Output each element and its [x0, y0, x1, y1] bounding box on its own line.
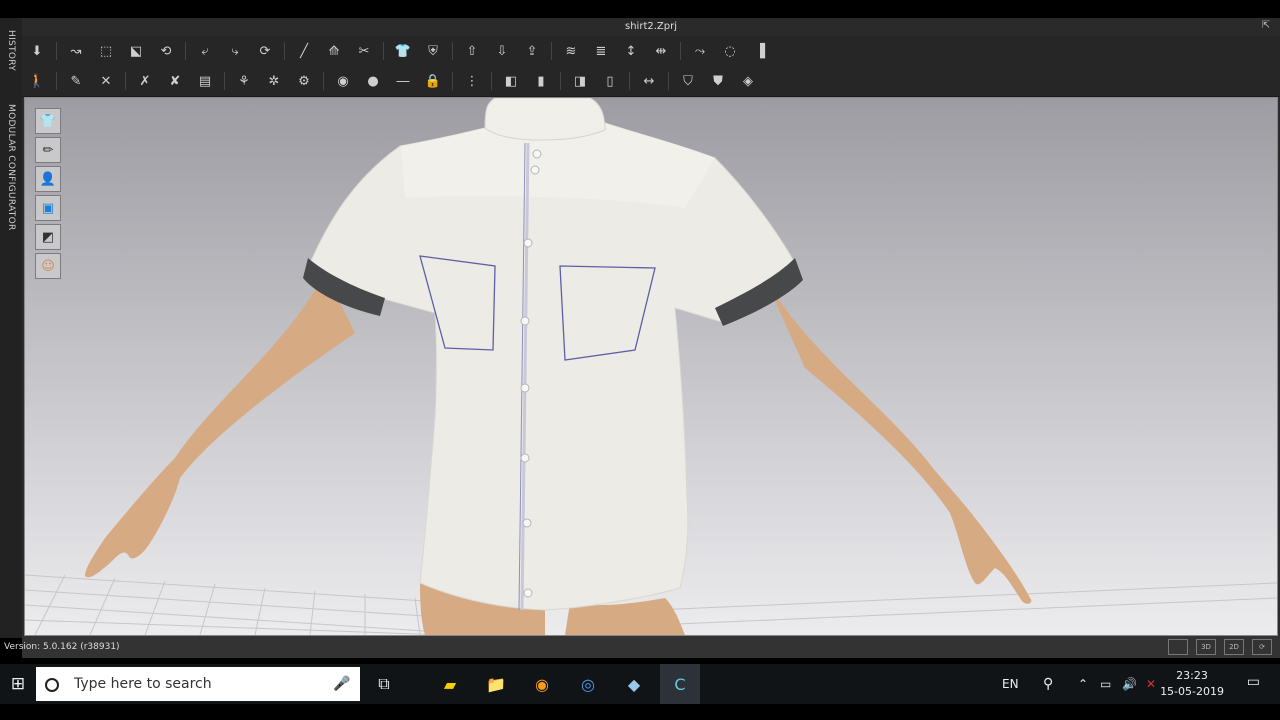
- bar-icon[interactable]: ▐: [749, 40, 771, 62]
- fold-up-icon[interactable]: ⟰: [323, 40, 345, 62]
- windows-taskbar: ⊞ Type here to search 🎤 ⧉ ▰ 📁 ◉ ◎ ◆ C EN…: [0, 664, 1280, 704]
- tack-icon[interactable]: ╱: [293, 40, 315, 62]
- clo3d-icon[interactable]: C: [667, 671, 693, 697]
- sew-icon[interactable]: ✕: [95, 70, 117, 92]
- select-mesh-icon[interactable]: ⬚: [95, 40, 117, 62]
- network-icon[interactable]: ✕: [1146, 664, 1156, 704]
- taskbar-clock[interactable]: 23:23 15-05-2019: [1160, 668, 1224, 700]
- measure-icon[interactable]: ▤: [194, 70, 216, 92]
- battery-icon[interactable]: ▭: [1100, 664, 1111, 704]
- cut-line-icon[interactable]: ↔: [638, 70, 660, 92]
- reset-arrangement-icon[interactable]: ≋: [560, 40, 582, 62]
- avatar-right-arm: [765, 278, 1032, 604]
- tape-icon[interactable]: ▮: [530, 70, 552, 92]
- file-explorer-icon[interactable]: 📁: [483, 671, 509, 697]
- windows-start-icon[interactable]: ⊞: [0, 664, 36, 704]
- avatar-arrange-icon[interactable]: ⇧: [461, 40, 483, 62]
- modular-configurator-tab[interactable]: MODULAR CONFIGURATOR: [0, 100, 22, 240]
- clock-time: 23:23: [1176, 669, 1208, 682]
- fold-icon[interactable]: ⤶: [194, 40, 216, 62]
- status-bar: Version: 5.0.162 (r38931) 3D 2D ⟳: [4, 636, 1280, 658]
- ruler-icon[interactable]: ◌: [719, 40, 741, 62]
- toolbar-row-2: 🚶 ✎ ✕ ✗ ✘ ▤ ⚘ ✲ ⚙ ◉ ● ― 🔒 ⋮ ◧ ▮ ◨ ▯ ↔ ⛉ …: [22, 66, 1280, 97]
- select-move-icon[interactable]: ↝: [65, 40, 87, 62]
- elastic-icon[interactable]: ▯: [599, 70, 621, 92]
- view-mode-toolbar: 👕 ✏ 👤 ▣ ◩ ☺: [35, 108, 61, 282]
- notification-icon[interactable]: ▭: [1247, 674, 1260, 690]
- language-indicator[interactable]: EN: [1002, 664, 1019, 704]
- split-view-button[interactable]: [1168, 639, 1188, 655]
- garment-view-icon[interactable]: 👕: [35, 108, 61, 134]
- side-panel-strip: HISTORY MODULAR CONFIGURATOR: [0, 18, 23, 638]
- line-icon[interactable]: ―: [392, 70, 414, 92]
- arrangement-point-icon[interactable]: ⇩: [491, 40, 513, 62]
- app-icon[interactable]: ◆: [621, 671, 647, 697]
- circle-pin-icon[interactable]: ⇹: [650, 40, 672, 62]
- chevron-up-icon[interactable]: ⌃: [1078, 664, 1088, 704]
- toolbar-row-1: ⬇ ↝ ⬚ ⬕ ⟲ ⤶ ⤷ ⟳ ╱ ⟰ ✂ 👕 ⛨ ⇧ ⇩ ⇪ ≋ ≣ ↕ ⇹ …: [22, 36, 1280, 67]
- puckering-icon[interactable]: ◧: [500, 70, 522, 92]
- unfold-icon[interactable]: ⤷: [224, 40, 246, 62]
- lock-icon[interactable]: 🔒: [422, 70, 444, 92]
- zipper-icon[interactable]: ⋮: [461, 70, 483, 92]
- people-icon[interactable]: ⚲: [1043, 664, 1053, 704]
- simulation-icon[interactable]: ⬇: [26, 40, 48, 62]
- volume-icon[interactable]: 🔊: [1122, 664, 1137, 704]
- circle-button-icon[interactable]: ●: [362, 70, 384, 92]
- refresh-view-button[interactable]: ⟳: [1252, 639, 1272, 655]
- garment-icon[interactable]: ⛊: [707, 70, 729, 92]
- avatar-view-icon[interactable]: 👤: [35, 166, 61, 192]
- edit-sew-icon[interactable]: ⚘: [233, 70, 255, 92]
- bottom-black-bar: [0, 704, 1280, 720]
- restore-icon[interactable]: ⇱: [1260, 20, 1272, 32]
- fabric-icon[interactable]: ⛉: [677, 70, 699, 92]
- reset-2d-icon[interactable]: ⟳: [254, 40, 276, 62]
- top-black-bar: [0, 0, 1280, 18]
- shading-view-icon[interactable]: ◩: [35, 224, 61, 250]
- strengthen-icon[interactable]: ⇪: [521, 40, 543, 62]
- window-title: shirt2.Zprj: [625, 21, 677, 32]
- free-sew-icon[interactable]: ✘: [164, 70, 186, 92]
- view-switch-buttons: 3D 2D ⟳: [1160, 639, 1272, 655]
- microphone-icon[interactable]: 🎤: [333, 676, 350, 692]
- pin-icon[interactable]: ↕: [620, 40, 642, 62]
- cut-icon[interactable]: ⤳: [689, 40, 711, 62]
- topstitch-icon[interactable]: ◨: [569, 70, 591, 92]
- shirt-front-icon[interactable]: 👕: [392, 40, 414, 62]
- surface-view-icon[interactable]: ▣: [35, 195, 61, 221]
- button-icon[interactable]: ✲: [263, 70, 285, 92]
- 3d-viewport[interactable]: 👕 ✏ 👤 ▣ ◩ ☺: [24, 97, 1278, 636]
- uc-browser-icon[interactable]: ◉: [529, 671, 555, 697]
- transform-pattern-icon[interactable]: ⬕: [125, 40, 147, 62]
- 3d-view-button[interactable]: 3D: [1196, 639, 1216, 655]
- avatar-skin-icon[interactable]: ☺: [35, 253, 61, 279]
- taskbar-search-input[interactable]: Type here to search: [36, 667, 360, 701]
- avatar-scene: [25, 98, 1277, 635]
- texture-view-icon[interactable]: ✏: [35, 137, 61, 163]
- buttonhole-icon[interactable]: ⚙: [293, 70, 315, 92]
- shirt-garment: [303, 98, 803, 611]
- avatar-left-arm: [85, 273, 355, 578]
- history-tab[interactable]: HISTORY: [0, 26, 22, 96]
- cortana-search-icon: [45, 678, 59, 692]
- task-view-icon[interactable]: ⧉: [371, 671, 397, 697]
- fold-arrangement-icon[interactable]: ⟲: [155, 40, 177, 62]
- clo3d-window: shirt2.Zprj ⇱ ⬇ ↝ ⬚ ⬕ ⟲ ⤶ ⤷ ⟳ ╱ ⟰ ✂ 👕 ⛨ …: [4, 18, 1280, 658]
- remove-tack-icon[interactable]: ✂: [353, 40, 375, 62]
- shirt-collar: [484, 98, 606, 141]
- shirt-back-icon[interactable]: ⛨: [422, 40, 444, 62]
- clock-date: 15-05-2019: [1160, 685, 1224, 698]
- sticky-notes-icon[interactable]: ▰: [437, 671, 463, 697]
- segment-sew-icon[interactable]: ✗: [134, 70, 156, 92]
- fit-icon[interactable]: ◈: [737, 70, 759, 92]
- select-button-icon[interactable]: ◉: [332, 70, 354, 92]
- 2d-view-button[interactable]: 2D: [1224, 639, 1244, 655]
- lines-icon[interactable]: ≣: [590, 40, 612, 62]
- avatar-icon[interactable]: 🚶: [26, 70, 48, 92]
- window-titlebar: shirt2.Zprj ⇱: [22, 18, 1280, 36]
- version-label: Version: 5.0.162 (r38931): [4, 642, 120, 652]
- chrome-icon[interactable]: ◎: [575, 671, 601, 697]
- brush-icon[interactable]: ✎: [65, 70, 87, 92]
